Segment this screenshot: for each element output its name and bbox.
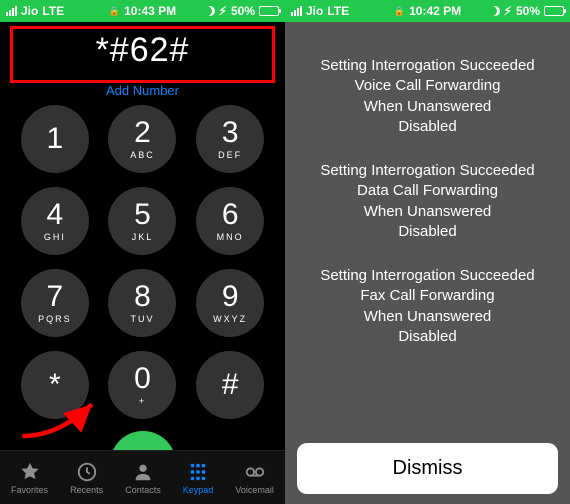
- add-number-link[interactable]: Add Number: [13, 83, 272, 98]
- moon-icon: [205, 6, 215, 16]
- signal-icon: [6, 6, 17, 16]
- key-digit: 9: [222, 282, 239, 312]
- result-line: Fax Call Forwarding: [303, 286, 552, 306]
- tab-contacts[interactable]: Contacts: [125, 461, 161, 495]
- lock-icon: 🔒: [394, 6, 405, 17]
- result-line: Setting Interrogation Succeeded: [303, 266, 552, 286]
- key-5[interactable]: 5 JKL: [108, 187, 176, 255]
- key-letters: MNO: [217, 232, 244, 242]
- key-digit: 4: [46, 200, 63, 230]
- key-digit: 6: [222, 200, 239, 230]
- key-letters: +: [139, 396, 146, 406]
- key-digit: 1: [46, 124, 63, 154]
- result-line: When Unanswered: [303, 97, 552, 117]
- tab-bar: Favorites Recents Contacts Keypad Voicem…: [0, 450, 285, 504]
- key-9[interactable]: 9 WXYZ: [196, 269, 264, 337]
- key-digit: 3: [222, 118, 239, 148]
- person-icon: [132, 461, 154, 483]
- dial-display-highlight: *#62# Add Number: [10, 26, 275, 83]
- network-label: LTE: [327, 4, 349, 18]
- dismiss-button[interactable]: Dismiss: [297, 443, 558, 494]
- key-*[interactable]: *: [21, 351, 89, 419]
- key-digit: 2: [134, 118, 151, 148]
- result-line: Setting Interrogation Succeeded: [303, 161, 552, 181]
- battery-icon: [544, 6, 564, 16]
- star-icon: [19, 461, 41, 483]
- key-digit: #: [222, 370, 239, 400]
- key-letters: WXYZ: [213, 314, 247, 324]
- phone-result-screen: Jio LTE 🔒 10:42 PM ⚡︎ 50% Setting Interr…: [285, 0, 570, 504]
- key-letters: JKL: [132, 232, 154, 242]
- carrier-label: Jio: [306, 4, 323, 18]
- key-digit: 5: [134, 200, 151, 230]
- clock-icon: [76, 461, 98, 483]
- key-digit: 7: [46, 282, 63, 312]
- key-1[interactable]: 1: [21, 105, 89, 173]
- tab-recents[interactable]: Recents: [70, 461, 103, 495]
- result-text: Setting Interrogation SucceededVoice Cal…: [285, 22, 570, 430]
- key-letters: GHI: [44, 232, 66, 242]
- signal-icon: [291, 6, 302, 16]
- result-line: When Unanswered: [303, 202, 552, 222]
- tab-label: Voicemail: [235, 485, 274, 495]
- tab-voicemail[interactable]: Voicemail: [235, 461, 274, 495]
- network-label: LTE: [42, 4, 64, 18]
- result-group: Setting Interrogation SucceededFax Call …: [303, 266, 552, 347]
- tab-label: Recents: [70, 485, 103, 495]
- result-line: Disabled: [303, 327, 552, 347]
- result-line: Disabled: [303, 117, 552, 137]
- clock-label: 10:42 PM: [409, 4, 461, 18]
- tab-favorites[interactable]: Favorites: [11, 461, 48, 495]
- key-digit: 8: [134, 282, 151, 312]
- result-line: Data Call Forwarding: [303, 181, 552, 201]
- key-2[interactable]: 2 ABC: [108, 105, 176, 173]
- tab-label: Favorites: [11, 485, 48, 495]
- key-3[interactable]: 3 DEF: [196, 105, 264, 173]
- result-line: Disabled: [303, 222, 552, 242]
- charging-icon: ⚡︎: [504, 4, 512, 18]
- keypad-icon: [187, 461, 209, 483]
- key-letters: TUV: [130, 314, 154, 324]
- status-bar: Jio LTE 🔒 10:43 PM ⚡︎ 50%: [0, 0, 285, 22]
- key-digit: *: [49, 370, 61, 400]
- voicemail-icon: [244, 461, 266, 483]
- clock-label: 10:43 PM: [124, 4, 176, 18]
- moon-icon: [490, 6, 500, 16]
- tab-label: Keypad: [183, 485, 214, 495]
- charging-icon: ⚡︎: [219, 4, 227, 18]
- key-digit: 0: [134, 364, 151, 394]
- key-6[interactable]: 6 MNO: [196, 187, 264, 255]
- result-group: Setting Interrogation SucceededVoice Cal…: [303, 56, 552, 137]
- key-0[interactable]: 0+: [108, 351, 176, 419]
- lock-icon: 🔒: [109, 6, 120, 17]
- key-#[interactable]: #: [196, 351, 264, 419]
- tab-label: Contacts: [125, 485, 161, 495]
- result-line: Setting Interrogation Succeeded: [303, 56, 552, 76]
- dialed-number: *#62#: [13, 31, 272, 70]
- phone-dialer-screen: Jio LTE 🔒 10:43 PM ⚡︎ 50% *#62# Add Numb…: [0, 0, 285, 504]
- key-letters: ABC: [130, 150, 155, 160]
- key-7[interactable]: 7 PQRS: [21, 269, 89, 337]
- carrier-label: Jio: [21, 4, 38, 18]
- battery-pct: 50%: [516, 4, 540, 18]
- result-group: Setting Interrogation SucceededData Call…: [303, 161, 552, 242]
- battery-icon: [259, 6, 279, 16]
- result-line: Voice Call Forwarding: [303, 76, 552, 96]
- status-bar: Jio LTE 🔒 10:42 PM ⚡︎ 50%: [285, 0, 570, 22]
- tab-keypad[interactable]: Keypad: [183, 461, 214, 495]
- key-letters: DEF: [218, 150, 242, 160]
- key-letters: PQRS: [38, 314, 72, 324]
- key-4[interactable]: 4 GHI: [21, 187, 89, 255]
- battery-pct: 50%: [231, 4, 255, 18]
- key-8[interactable]: 8 TUV: [108, 269, 176, 337]
- result-line: When Unanswered: [303, 307, 552, 327]
